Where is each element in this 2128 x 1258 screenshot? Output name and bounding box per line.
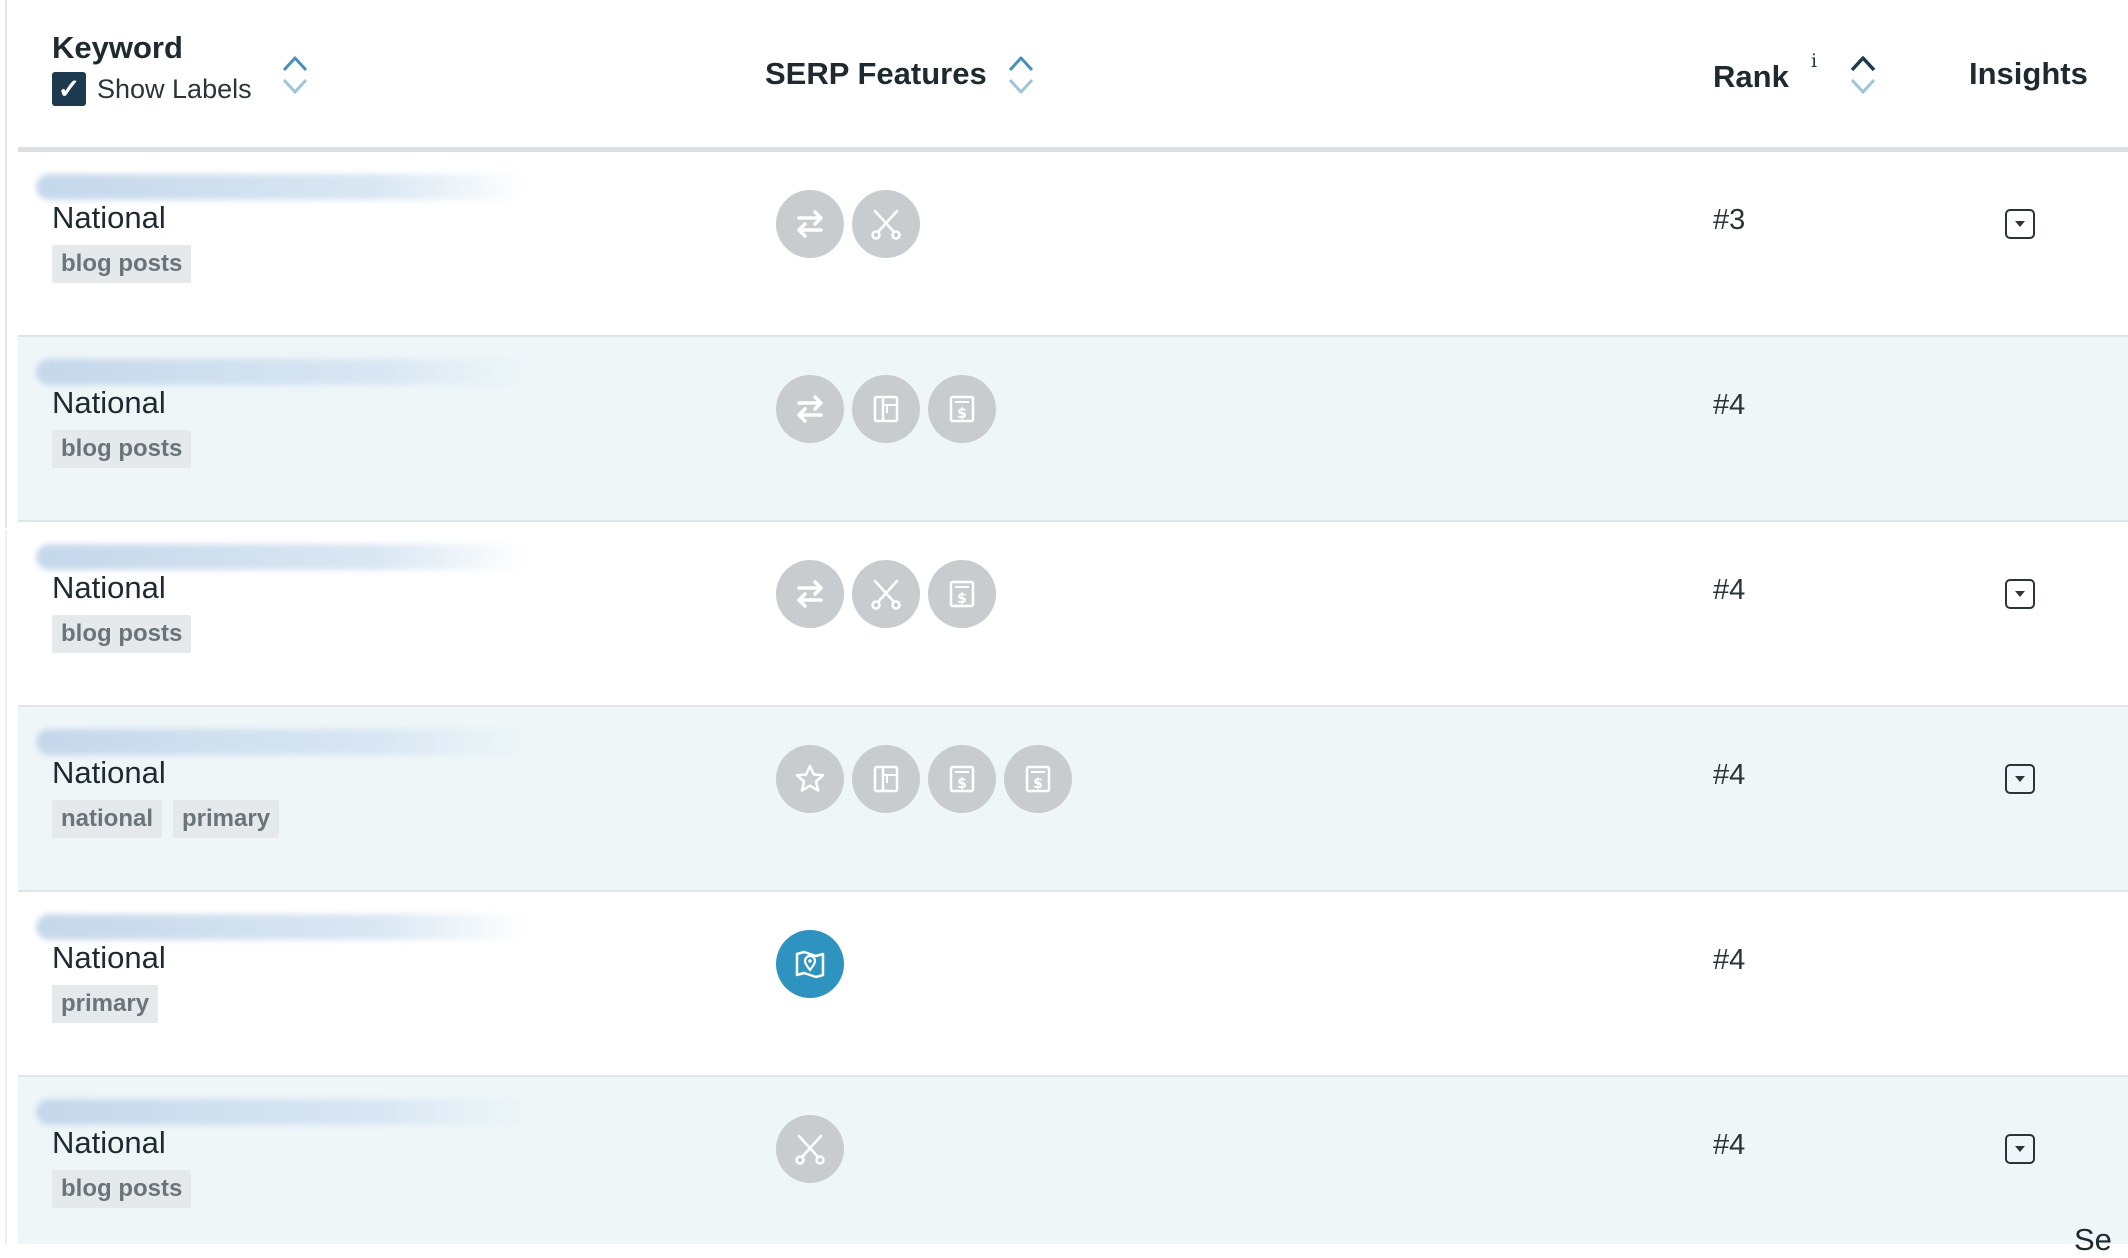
- keyword-labels: blog posts: [52, 430, 192, 468]
- keyword-column-header[interactable]: Keyword: [52, 30, 183, 66]
- dollar-ad-icon[interactable]: $: [928, 745, 996, 813]
- serp-features-list: $ $: [776, 745, 1072, 813]
- swap-arrows-icon[interactable]: [776, 560, 844, 628]
- scissors-icon[interactable]: [852, 190, 920, 258]
- serp-features-column-header[interactable]: SERP Features: [765, 56, 987, 92]
- keyword-location: National: [52, 1125, 166, 1160]
- insights-dropdown-icon[interactable]: [2005, 764, 2035, 794]
- svg-text:$: $: [957, 406, 967, 422]
- layout-panel-icon[interactable]: [852, 375, 920, 443]
- keyword-text-redacted[interactable]: [36, 359, 526, 385]
- keyword-location: National: [52, 570, 166, 605]
- svg-text:$: $: [1033, 776, 1043, 792]
- rank-sort-icon[interactable]: [1848, 52, 1878, 98]
- table-row: National blog posts $ #4: [18, 337, 2128, 522]
- show-labels-text: Show Labels: [97, 73, 252, 104]
- keyword-labels: national primary: [52, 800, 280, 838]
- rank-value: #3: [1713, 204, 1746, 236]
- table-row: National blog posts #4: [18, 1077, 2128, 1244]
- chevron-down-icon: [2015, 776, 2025, 782]
- scissors-icon[interactable]: [776, 1115, 844, 1183]
- keyword-location: National: [52, 940, 166, 975]
- insights-dropdown-icon[interactable]: [2005, 579, 2035, 609]
- chevron-down-icon: [2015, 591, 2025, 597]
- serp-features-list: [776, 190, 920, 258]
- label-tag[interactable]: blog posts: [52, 245, 192, 283]
- keyword-text-redacted[interactable]: [36, 174, 526, 200]
- show-labels-toggle[interactable]: ✓ Show Labels: [52, 72, 252, 106]
- keyword-labels: blog posts: [52, 245, 192, 283]
- rank-value: #4: [1713, 944, 1746, 976]
- serp-features-list: [776, 1115, 844, 1183]
- table-row: National national primary $ $ #4: [18, 707, 2128, 892]
- insights-dropdown-icon[interactable]: [2005, 209, 2035, 239]
- layout-panel-icon[interactable]: [852, 745, 920, 813]
- insights-column-header: Insights: [1969, 56, 2088, 91]
- map-pin-icon[interactable]: [776, 930, 844, 998]
- keyword-sort-icon[interactable]: [280, 52, 310, 98]
- chevron-down-icon: [2015, 221, 2025, 227]
- label-tag[interactable]: blog posts: [52, 1170, 192, 1208]
- table-row: National blog posts #3: [18, 152, 2128, 337]
- rank-column-header[interactable]: Rank: [1713, 59, 1789, 95]
- rank-value: #4: [1713, 1129, 1746, 1161]
- label-tag[interactable]: national: [52, 800, 163, 838]
- rank-info-icon[interactable]: i: [1811, 50, 1817, 72]
- keyword-labels: blog posts: [52, 615, 192, 653]
- label-tag[interactable]: primary: [173, 800, 280, 838]
- serp-features-list: $: [776, 375, 996, 443]
- swap-arrows-icon[interactable]: [776, 375, 844, 443]
- serp-features-list: [776, 930, 844, 998]
- star-icon[interactable]: [776, 745, 844, 813]
- keyword-text-redacted[interactable]: [36, 544, 526, 570]
- dollar-ad-icon[interactable]: $: [928, 560, 996, 628]
- keyword-text-redacted[interactable]: [36, 729, 526, 755]
- svg-text:$: $: [957, 776, 967, 792]
- keyword-location: National: [52, 200, 166, 235]
- keyword-text-redacted[interactable]: [36, 914, 526, 940]
- label-tag[interactable]: blog posts: [52, 430, 192, 468]
- rank-value: #4: [1713, 759, 1746, 791]
- keyword-labels: blog posts: [52, 1170, 192, 1208]
- rank-value: #4: [1713, 574, 1746, 606]
- keyword-labels: primary: [52, 985, 159, 1023]
- svg-text:$: $: [957, 591, 967, 607]
- dollar-ad-icon[interactable]: $: [928, 375, 996, 443]
- left-border: [5, 0, 7, 528]
- rank-value: #4: [1713, 389, 1746, 421]
- swap-arrows-icon[interactable]: [776, 190, 844, 258]
- insights-dropdown-icon[interactable]: [2005, 1134, 2035, 1164]
- keyword-location: National: [52, 755, 166, 790]
- left-border-lower: [5, 530, 7, 1244]
- dollar-ad-icon[interactable]: $: [1004, 745, 1072, 813]
- table-row: National blog posts $ #4: [18, 522, 2128, 707]
- keyword-text-redacted[interactable]: [36, 1099, 526, 1125]
- chevron-down-icon: [2015, 1146, 2025, 1152]
- label-tag[interactable]: blog posts: [52, 615, 192, 653]
- corner-text-fragment: Se: [2074, 1222, 2112, 1257]
- serp-features-sort-icon[interactable]: [1006, 52, 1036, 98]
- show-labels-checkbox[interactable]: ✓: [52, 72, 86, 106]
- table-header: Keyword ✓ Show Labels SERP Features Rank…: [18, 0, 2128, 147]
- table-row: National primary #4: [18, 892, 2128, 1077]
- keyword-location: National: [52, 385, 166, 420]
- serp-features-list: $: [776, 560, 996, 628]
- scissors-icon[interactable]: [852, 560, 920, 628]
- label-tag[interactable]: primary: [52, 985, 159, 1023]
